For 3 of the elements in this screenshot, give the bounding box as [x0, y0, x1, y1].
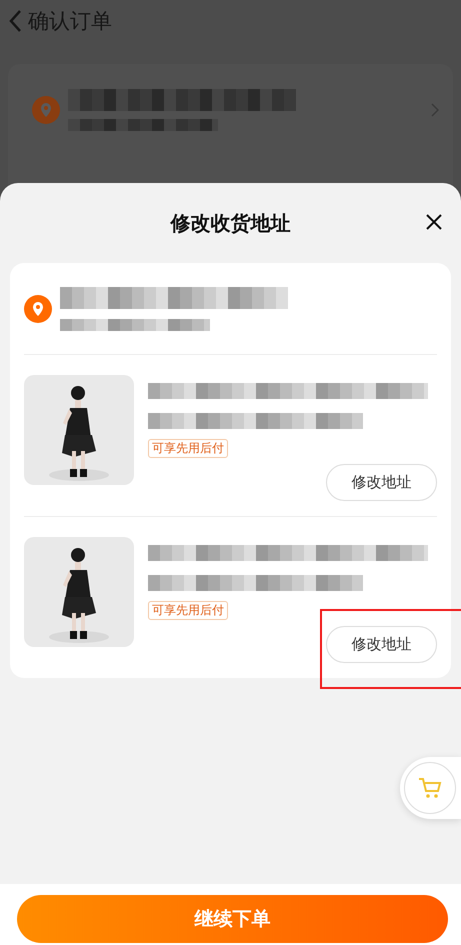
payment-tag: 可享先用后付 [148, 439, 228, 458]
sheet-title: 修改收货地址 [170, 210, 290, 236]
payment-tag: 可享先用后付 [148, 601, 228, 620]
